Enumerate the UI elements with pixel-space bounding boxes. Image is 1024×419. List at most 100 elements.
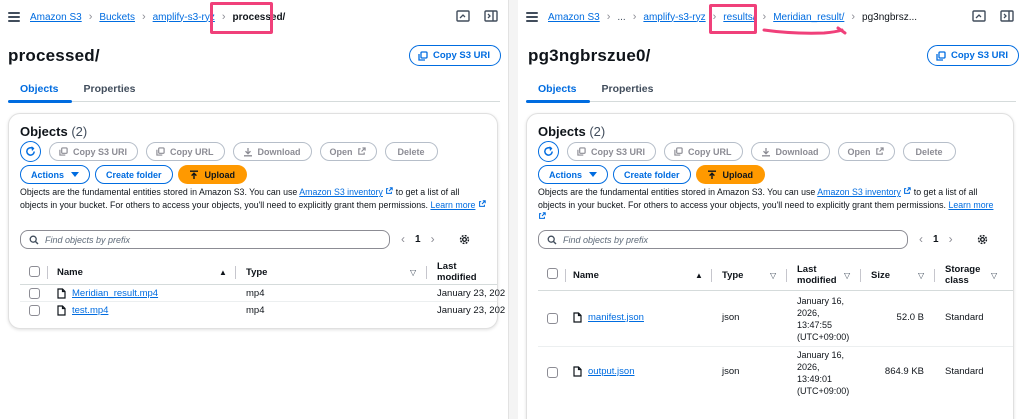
breadcrumb-amazon-s3[interactable]: Amazon S3 [548,12,600,23]
search-input[interactable]: Find objects by prefix [538,230,908,249]
tab-objects[interactable]: Objects [8,80,72,103]
column-divider [426,266,427,279]
next-page-icon[interactable]: › [431,232,435,246]
file-link[interactable]: Meridian_result.mp4 [72,288,158,299]
create-folder-button[interactable]: Create folder [613,165,691,184]
breadcrumb-amazon-s3[interactable]: Amazon S3 [30,12,82,23]
s3-inventory-link[interactable]: Amazon S3 inventory [299,187,383,197]
row-checkbox[interactable] [29,288,40,299]
copy-s3-uri-header-button[interactable]: Copy S3 URI [927,45,1020,66]
delete-label: Delete [397,146,425,157]
download-button[interactable]: Download [750,142,830,161]
upload-button[interactable]: Upload [695,165,766,184]
select-all-checkbox[interactable] [547,268,558,279]
refresh-button[interactable] [20,141,41,162]
row-checkbox[interactable] [29,305,40,316]
learn-more-link[interactable]: Learn more [430,200,475,210]
breadcrumb-meridian-result[interactable]: Meridian_result/ [773,12,844,23]
create-folder-label: Create folder [106,169,162,180]
file-name-cell: manifest.json [573,312,644,323]
upload-button[interactable]: Upload [177,165,248,184]
file-storage-class-cell: Standard [945,366,984,377]
column-divider [786,269,787,282]
learn-more-link[interactable]: Learn more [948,200,993,210]
select-all-checkbox[interactable] [29,266,40,277]
side-panel-icon[interactable] [1000,9,1014,23]
gear-icon[interactable] [977,234,988,245]
file-link[interactable]: test.mp4 [72,305,108,316]
caret-down-icon [589,171,598,177]
copy-url-button[interactable]: Copy URL [664,142,743,161]
column-header-type[interactable]: Type [722,259,743,291]
split-view-icon[interactable] [456,9,470,23]
column-header-last-modified[interactable]: Last modified [437,259,497,285]
table-row[interactable]: test.mp4 mp4 January 23, 202 [20,302,505,319]
page-number[interactable]: 1 [933,234,939,245]
row-checkbox[interactable] [547,367,558,378]
object-actions-row: Copy S3 URI Copy URL Download Open Delet… [20,141,438,162]
row-checkbox[interactable] [547,313,558,324]
copy-s3-uri-button[interactable]: Copy S3 URI [567,142,657,161]
sort-icon[interactable]: ▽ [991,271,997,280]
delete-button[interactable]: Delete [902,142,956,161]
column-header-name[interactable]: Name [57,259,83,285]
file-type-cell: json [722,366,740,377]
file-link[interactable]: output.json [588,366,634,377]
objects-heading-label: Objects [538,124,586,139]
next-page-icon[interactable]: › [949,232,953,246]
file-link[interactable]: manifest.json [588,312,644,323]
file-name-cell: Meridian_result.mp4 [57,288,158,299]
upload-label: Upload [204,169,236,180]
page-number[interactable]: 1 [415,234,421,245]
previous-page-icon[interactable]: ‹ [919,232,923,246]
sort-icon[interactable]: ▽ [918,271,924,280]
objects-description: Objects are the fundamental entities sto… [20,186,487,211]
breadcrumb-bucket[interactable]: amplify-s3-ryz [643,12,705,23]
tab-objects[interactable]: Objects [526,80,590,103]
actions-dropdown-button[interactable]: Actions [20,165,91,184]
copy-s3-uri-header-button[interactable]: Copy S3 URI [409,45,502,66]
breadcrumb-bucket[interactable]: amplify-s3-ryz [153,12,215,23]
refresh-button[interactable] [538,141,559,162]
hamburger-icon[interactable] [8,12,20,22]
create-folder-button[interactable]: Create folder [95,165,173,184]
breadcrumb-buckets[interactable]: Buckets [99,12,135,23]
s3-inventory-link[interactable]: Amazon S3 inventory [817,187,901,197]
open-button[interactable]: Open [837,142,895,161]
table-row[interactable]: output.json json January 16, 2026, 13:49… [538,347,1013,403]
column-header-last-modified[interactable]: Last modified [797,259,839,291]
sort-icon[interactable]: ▽ [844,271,850,280]
sort-icon[interactable]: ▽ [770,271,776,280]
sort-ascending-icon[interactable]: ▲ [695,271,703,280]
previous-page-icon[interactable]: ‹ [401,232,405,246]
object-primary-actions-row: Actions Create folder Upload [538,165,766,184]
side-panel-icon[interactable] [484,9,498,23]
search-input[interactable]: Find objects by prefix [20,230,390,249]
gear-icon[interactable] [459,234,470,245]
column-divider [934,269,935,282]
tab-properties[interactable]: Properties [72,80,149,102]
column-header-storage-class[interactable]: Storage class [945,259,985,291]
external-link-icon [539,212,546,219]
copy-url-button[interactable]: Copy URL [146,142,225,161]
column-header-name[interactable]: Name [573,259,599,291]
search-placeholder: Find objects by prefix [563,234,649,245]
pagination: ‹ 1 › [401,232,470,246]
actions-dropdown-button[interactable]: Actions [538,165,609,184]
column-header-type[interactable]: Type [246,259,267,285]
split-view-icon[interactable] [972,9,986,23]
breadcrumb-ellipsis[interactable]: ... [617,12,625,23]
hamburger-icon[interactable] [526,12,538,22]
sort-ascending-icon[interactable]: ▲ [219,268,227,277]
delete-button[interactable]: Delete [384,142,438,161]
copy-s3-uri-button[interactable]: Copy S3 URI [49,142,139,161]
table-row[interactable]: Meridian_result.mp4 mp4 January 23, 202 [20,285,505,302]
download-label: Download [775,146,819,157]
table-row[interactable]: manifest.json json January 16, 2026, 13:… [538,291,1013,347]
tab-properties[interactable]: Properties [590,80,667,102]
sort-icon[interactable]: ▽ [410,268,416,277]
window-divider [508,0,518,419]
download-button[interactable]: Download [232,142,312,161]
column-header-size[interactable]: Size [871,259,890,291]
open-button[interactable]: Open [319,142,377,161]
